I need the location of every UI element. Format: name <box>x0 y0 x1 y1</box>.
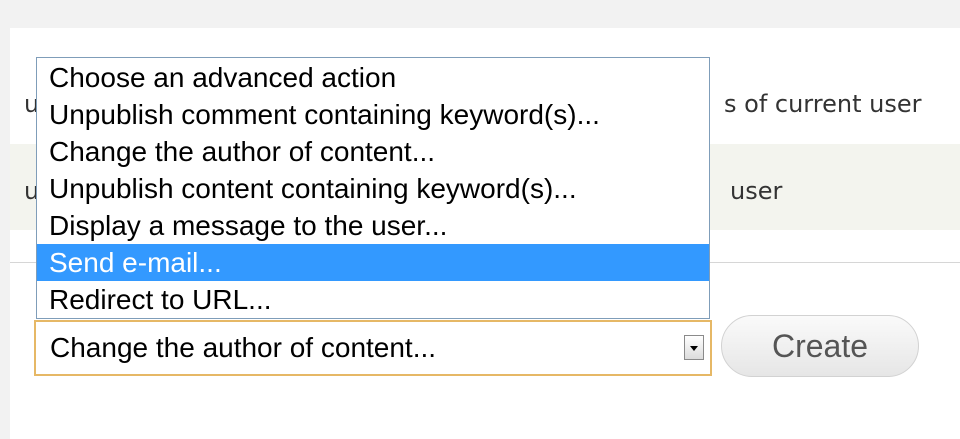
dropdown-option-choose-advanced-action[interactable]: Choose an advanced action <box>37 59 709 96</box>
action-select[interactable]: Change the author of content... <box>34 320 712 376</box>
action-dropdown-list[interactable]: Choose an advanced action Unpublish comm… <box>36 57 710 319</box>
create-button[interactable]: Create <box>721 315 919 377</box>
chevron-down-icon[interactable] <box>684 335 704 360</box>
dropdown-option-change-author[interactable]: Change the author of content... <box>37 133 709 170</box>
dropdown-option-send-email[interactable]: Send e-mail... <box>37 244 709 281</box>
dropdown-option-unpublish-comment[interactable]: Unpublish comment containing keyword(s).… <box>37 96 709 133</box>
dropdown-option-display-message[interactable]: Display a message to the user... <box>37 207 709 244</box>
select-current-value: Change the author of content... <box>50 332 437 363</box>
dropdown-option-redirect-url[interactable]: Redirect to URL... <box>37 281 709 318</box>
row-text-right: s of current user <box>724 90 922 118</box>
dropdown-option-unpublish-content[interactable]: Unpublish content containing keyword(s).… <box>37 170 709 207</box>
row-text-right: user <box>730 177 783 205</box>
